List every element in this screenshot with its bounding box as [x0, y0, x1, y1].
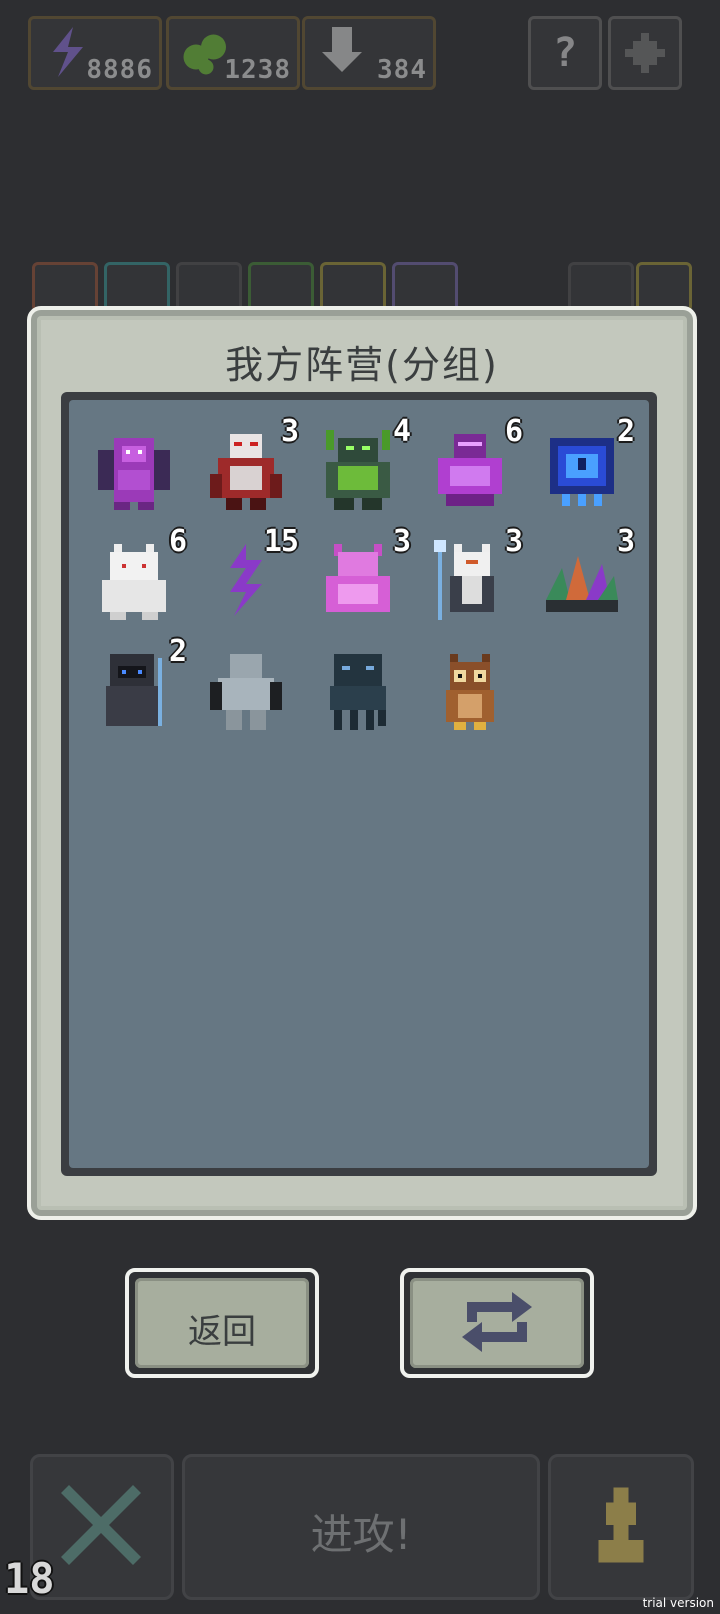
blue-cube-sprite	[550, 438, 614, 506]
purple-beast-sprite	[438, 434, 502, 506]
tile-6	[392, 262, 458, 312]
energy-value: 8886	[86, 55, 153, 85]
download-value: 384	[377, 55, 427, 85]
tentacle-beast-sprite	[330, 654, 386, 730]
pawn-button[interactable]	[548, 1454, 694, 1600]
unit-white-fox-sage[interactable]: 3	[420, 524, 523, 630]
attack-label: 进攻!	[310, 1510, 412, 1559]
swap-arrows-icon	[462, 1292, 532, 1352]
tile-2	[104, 262, 170, 312]
back-button-label: 返回	[188, 1312, 256, 1352]
swap-button[interactable]	[400, 1268, 594, 1378]
unit-count: 3	[280, 414, 299, 449]
unit-purple-lightning-spirit[interactable]: 15	[196, 524, 299, 630]
pink-imp-sprite	[326, 544, 390, 612]
mana-counter: 1238	[166, 16, 300, 90]
unit-crystal-plant[interactable]: 3	[532, 524, 635, 630]
unit-hooded-dark-mage[interactable]: 2	[84, 634, 187, 740]
crystal-plant-sprite	[546, 556, 618, 612]
help-button[interactable]: ?	[528, 16, 602, 90]
unit-count: 2	[616, 414, 635, 449]
settings-button[interactable]	[608, 16, 682, 90]
fox-sage-sprite	[434, 540, 494, 620]
mana-value: 1238	[224, 55, 291, 85]
grey-ghoul-sprite	[210, 654, 282, 730]
x-icon	[61, 1485, 141, 1565]
energy-counter: 8886	[28, 16, 162, 90]
green-golem-sprite	[326, 430, 390, 510]
level-indicator: 18	[4, 1554, 55, 1603]
download-counter: 384	[302, 16, 436, 90]
unit-green-horned-golem[interactable]: 4	[308, 414, 411, 520]
unit-count: 6	[504, 414, 523, 449]
unit-purple-crystal-beast[interactable]: 6	[420, 414, 523, 520]
unit-count: 3	[504, 524, 523, 559]
trial-watermark: trial version	[642, 1596, 714, 1610]
tile-4	[248, 262, 314, 312]
unit-pink-imp[interactable]: 3	[308, 524, 411, 630]
attack-button[interactable]: 进攻!	[182, 1454, 540, 1600]
modal-title: 我方阵营(分组)	[225, 343, 499, 387]
tile-7	[568, 262, 634, 312]
white-cat-sprite	[102, 544, 166, 620]
brown-owl-sprite	[446, 654, 494, 730]
swap-button-face	[410, 1278, 584, 1368]
unit-white-ghost-cat[interactable]: 6	[84, 524, 187, 630]
unit-count: 4	[392, 414, 411, 449]
unit-red-armored-demon[interactable]: 3	[196, 414, 299, 520]
unit-count: 15	[263, 524, 299, 559]
dark-mage-sprite	[106, 654, 162, 726]
tile-8	[636, 262, 692, 312]
unit-count: 2	[168, 634, 187, 669]
pawn-icon	[598, 1487, 644, 1563]
red-demon-sprite	[210, 434, 282, 510]
purple-dragon-sprite	[98, 438, 170, 510]
unit-dark-tentacle-beast[interactable]	[308, 640, 408, 740]
unit-count: 3	[392, 524, 411, 559]
unit-count: 6	[168, 524, 187, 559]
unit-grey-ghoul[interactable]	[196, 640, 296, 740]
tile-5	[320, 262, 386, 312]
unit-brown-owl[interactable]	[420, 640, 520, 740]
unit-count: 3	[616, 524, 635, 559]
unit-purple-dragon[interactable]	[84, 420, 184, 520]
tile-1	[32, 262, 98, 312]
unit-blue-clock-cube[interactable]: 2	[532, 414, 635, 520]
back-button[interactable]: 返回	[125, 1268, 319, 1378]
down-arrow-icon	[322, 27, 362, 72]
gear-icon	[625, 33, 665, 73]
back-button-face: 返回	[135, 1278, 309, 1368]
tile-3	[176, 262, 242, 312]
